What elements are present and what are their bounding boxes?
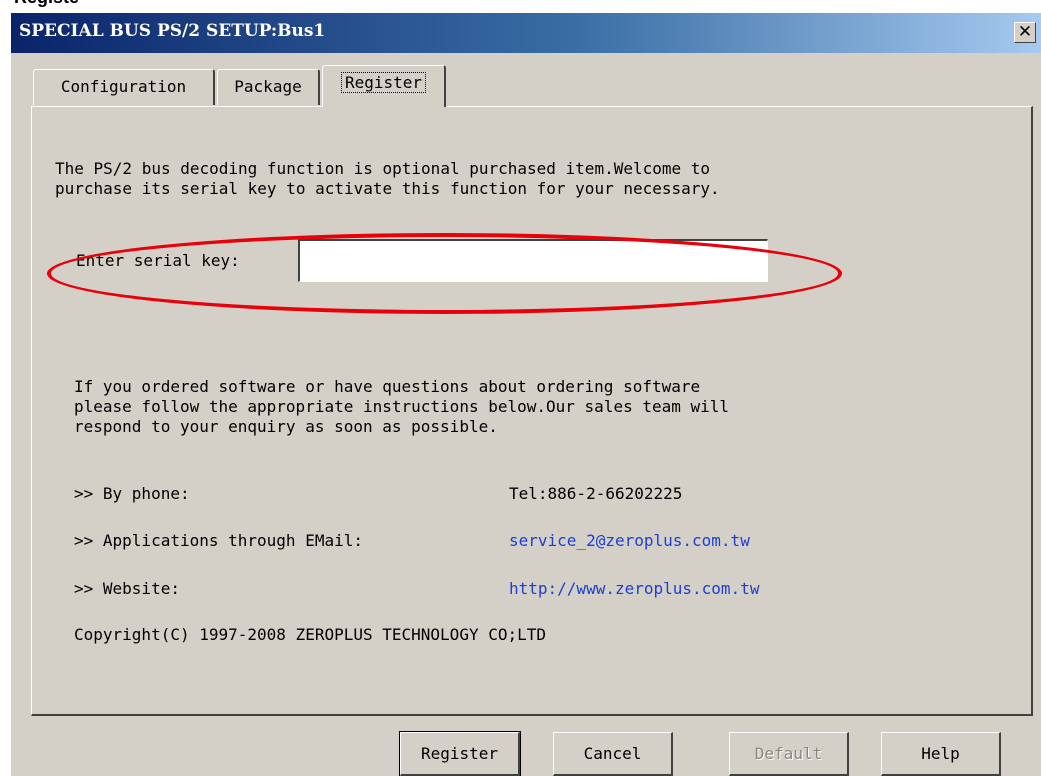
tab-label: Package — [234, 77, 302, 96]
cancel-button[interactable]: Cancel — [553, 732, 673, 776]
default-button[interactable]: Default — [729, 732, 849, 776]
title-bar[interactable]: SPECIAL BUS PS/2 SETUP:Bus1 ✕ — [11, 13, 1041, 53]
help-button[interactable]: Help — [881, 732, 1001, 776]
tab-register[interactable]: Register — [322, 65, 446, 107]
close-icon[interactable]: ✕ — [1014, 22, 1036, 43]
setup-dialog: SPECIAL BUS PS/2 SETUP:Bus1 ✕ Configurat… — [10, 12, 1041, 776]
cropped-heading: Registe — [14, 0, 79, 8]
register-button[interactable]: Register — [399, 731, 521, 776]
tab-label: Register — [340, 72, 427, 93]
tab-label: Configuration — [60, 77, 187, 96]
window-title: SPECIAL BUS PS/2 SETUP:Bus1 — [19, 21, 326, 41]
tab-package[interactable]: Package — [217, 69, 320, 105]
register-panel — [31, 106, 1033, 716]
tab-configuration[interactable]: Configuration — [33, 69, 215, 105]
